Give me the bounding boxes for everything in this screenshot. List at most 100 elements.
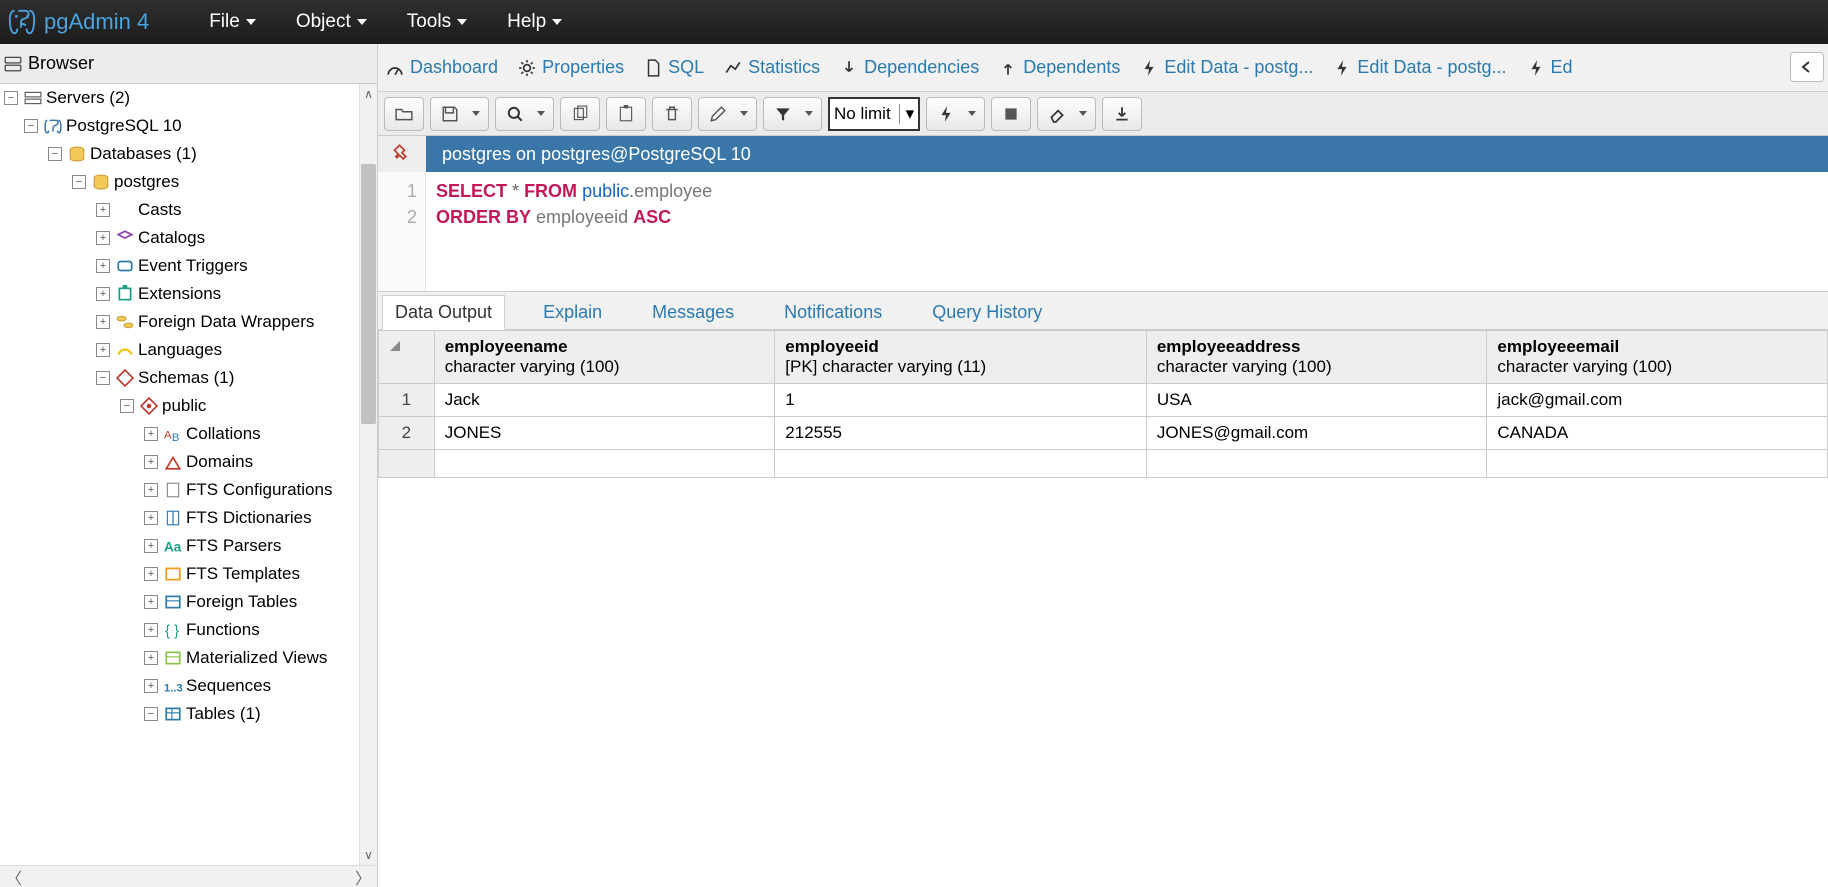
row-number[interactable] [379,450,435,478]
tree-toggle[interactable]: + [144,651,158,665]
tree-servers[interactable]: Servers (2) [46,88,130,108]
cell[interactable]: 212555 [775,417,1147,450]
tree-toggle[interactable]: − [120,399,134,413]
menu-object[interactable]: Object [276,11,387,33]
delete-row-button[interactable] [652,97,692,131]
col-header[interactable]: employeeid[PK] character varying (11) [775,331,1147,384]
tree-foreign-tables[interactable]: Foreign Tables [186,592,297,612]
menu-file[interactable]: File [189,11,276,33]
open-file-button[interactable] [384,97,424,131]
tree-collations[interactable]: Collations [186,424,261,444]
cell[interactable] [1146,450,1487,478]
tree-toggle[interactable]: + [96,259,110,273]
clear-dropdown[interactable] [1071,97,1096,131]
tree-toggle[interactable]: − [96,371,110,385]
tree-toggle[interactable]: + [144,539,158,553]
tree-casts[interactable]: Casts [138,200,181,220]
cell[interactable]: 1 [775,384,1147,417]
col-header[interactable]: employeenamecharacter varying (100) [434,331,775,384]
cell[interactable] [434,450,775,478]
row-number[interactable]: 1 [379,384,435,417]
tree-mat-views[interactable]: Materialized Views [186,648,327,668]
find-dropdown[interactable] [529,97,554,131]
table-row-empty[interactable] [379,450,1828,478]
tree-toggle[interactable]: + [144,511,158,525]
table-row[interactable]: 1 Jack 1 USA jack@gmail.com [379,384,1828,417]
tree-toggle[interactable]: + [96,231,110,245]
table-row[interactable]: 2 JONES 212555 JONES@gmail.com CANADA [379,417,1828,450]
tree-fts-templates[interactable]: FTS Templates [186,564,300,584]
tree-toggle[interactable]: + [96,343,110,357]
tree-toggle[interactable]: + [96,315,110,329]
row-number[interactable]: 2 [379,417,435,450]
tree-domains[interactable]: Domains [186,452,253,472]
tab-sql[interactable]: SQL [644,57,704,78]
cell[interactable]: JONES [434,417,775,450]
col-header[interactable]: employeeaddresscharacter varying (100) [1146,331,1487,384]
pin-button[interactable] [378,136,430,172]
tree-toggle[interactable]: − [72,175,86,189]
tabs-nav-back-button[interactable] [1790,52,1824,82]
scroll-thumb[interactable] [361,164,376,424]
tree-toggle[interactable]: + [144,455,158,469]
sql-code[interactable]: SELECT * FROM public.employee ORDER BY e… [426,172,722,291]
tree-toggle[interactable]: − [144,707,158,721]
tab-edit-data-1[interactable]: Edit Data - postg... [1140,57,1313,78]
tab-explain[interactable]: Explain [531,296,614,329]
tree-toggle[interactable]: + [144,595,158,609]
tree-toggle[interactable]: − [48,147,62,161]
row-limit-select[interactable]: No limit▾ [828,97,920,131]
grid-corner[interactable] [379,331,435,384]
copy-button[interactable] [560,97,600,131]
tab-notifications[interactable]: Notifications [772,296,894,329]
cell[interactable]: jack@gmail.com [1487,384,1828,417]
tree-fdw[interactable]: Foreign Data Wrappers [138,312,314,332]
edit-dropdown[interactable] [732,97,757,131]
tree-hscroll[interactable]: 〈〉 [0,865,377,887]
tree-catalogs[interactable]: Catalogs [138,228,205,248]
tree-toggle[interactable]: − [24,119,38,133]
tree-postgres[interactable]: postgres [114,172,179,192]
result-grid[interactable]: employeenamecharacter varying (100) empl… [378,330,1828,478]
tab-messages[interactable]: Messages [640,296,746,329]
tree-toggle[interactable]: + [96,287,110,301]
tab-query-history[interactable]: Query History [920,296,1054,329]
tree-postgresql[interactable]: PostgreSQL 10 [66,116,182,136]
tree-scrollbar[interactable]: ∧ ∨ [359,84,377,865]
tab-data-output[interactable]: Data Output [382,295,505,330]
tree-languages[interactable]: Languages [138,340,222,360]
cell[interactable] [1487,450,1828,478]
cell[interactable]: JONES@gmail.com [1146,417,1487,450]
tab-edit-data-2[interactable]: Edit Data - postg... [1333,57,1506,78]
tree-toggle[interactable]: − [4,91,18,105]
tree-toggle[interactable]: + [144,483,158,497]
tree-event-triggers[interactable]: Event Triggers [138,256,248,276]
cell[interactable]: Jack [434,384,775,417]
tree-schemas[interactable]: Schemas (1) [138,368,234,388]
tab-statistics[interactable]: Statistics [724,57,820,78]
tab-dashboard[interactable]: Dashboard [386,57,498,78]
tree-fts-dict[interactable]: FTS Dictionaries [186,508,312,528]
tree-functions[interactable]: Functions [186,620,260,640]
tab-dependencies[interactable]: Dependencies [840,57,979,78]
tab-edit-data-3[interactable]: Ed [1527,57,1573,78]
tree-tables[interactable]: Tables (1) [186,704,261,724]
col-header[interactable]: employeeemailcharacter varying (100) [1487,331,1828,384]
scroll-up-icon[interactable]: ∧ [360,84,377,104]
save-dropdown[interactable] [464,97,489,131]
scroll-down-icon[interactable]: ∨ [360,845,377,865]
stop-button[interactable] [991,97,1031,131]
scroll-right-icon[interactable]: 〉 [355,865,371,887]
cell[interactable]: USA [1146,384,1487,417]
tree-fts-parsers[interactable]: FTS Parsers [186,536,281,556]
tree-toggle[interactable]: + [144,679,158,693]
sql-editor[interactable]: 1 2 SELECT * FROM public.employee ORDER … [378,172,1828,292]
tree-databases[interactable]: Databases (1) [90,144,197,164]
cell[interactable]: CANADA [1487,417,1828,450]
tab-properties[interactable]: Properties [518,57,624,78]
scroll-left-icon[interactable]: 〈 [6,865,22,887]
menu-help[interactable]: Help [487,11,582,33]
tree-extensions[interactable]: Extensions [138,284,221,304]
tree-fts-config[interactable]: FTS Configurations [186,480,332,500]
tree-toggle[interactable]: + [144,567,158,581]
